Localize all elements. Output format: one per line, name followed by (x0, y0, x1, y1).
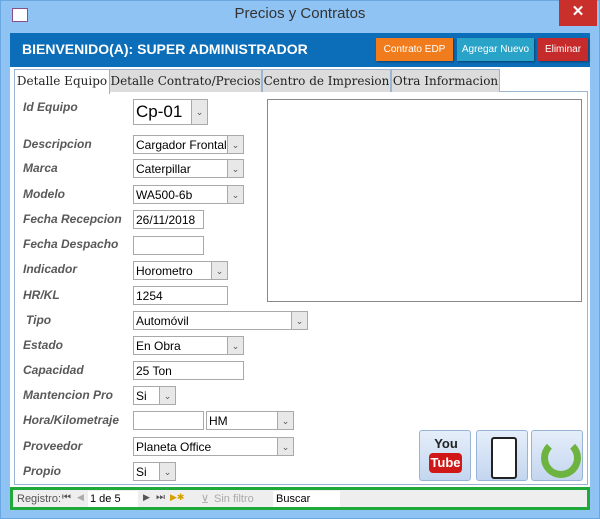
descripcion-value: Cargador Frontal (136, 138, 227, 152)
chevron-down-icon[interactable]: ⌄ (211, 262, 227, 279)
label-hr-kl: HR/KL (23, 288, 60, 302)
refresh-icon (541, 438, 581, 478)
proveedor-combo[interactable]: Planeta Office ⌄ (133, 437, 294, 456)
equipment-image-frame (267, 99, 582, 302)
book-icon (491, 437, 517, 479)
search-input[interactable]: Buscar (273, 491, 340, 507)
tipo-value: Automóvil (136, 314, 189, 328)
close-button[interactable]: ✕ (559, 0, 597, 26)
chevron-down-icon[interactable]: ⌄ (227, 160, 243, 177)
id-equipo-combo[interactable]: Cp-01 ⌄ (133, 99, 208, 125)
first-record-icon[interactable]: ⏮ (62, 492, 71, 503)
filter-icon: ⊻ (201, 494, 210, 506)
marca-value: Caterpillar (136, 162, 191, 176)
window-title: Precios y Contratos (234, 5, 366, 22)
hora-km-unit-combo[interactable]: HM ⌄ (206, 411, 294, 430)
prev-record-icon[interactable]: ◀ (77, 492, 84, 503)
welcome-text: BIENVENIDO(A): SUPER ADMINISTRADOR (22, 41, 308, 57)
propio-value: Si (136, 465, 147, 479)
label-fecha-recepcion: Fecha Recepcion (23, 212, 122, 226)
agregar-nuevo-button[interactable]: Agregar Nuevo (457, 38, 534, 61)
indicador-combo[interactable]: Horometro ⌄ (133, 261, 228, 280)
label-proveedor: Proveedor (23, 439, 83, 453)
estado-value: En Obra (136, 339, 181, 353)
manual-button[interactable] (476, 430, 528, 481)
no-filter-button[interactable]: Sin filtro (214, 493, 254, 505)
label-id-equipo: Id Equipo (23, 100, 78, 114)
label-indicador: Indicador (23, 262, 78, 276)
unit-value: HM (209, 414, 228, 428)
indicador-value: Horometro (136, 264, 193, 278)
record-number-input[interactable]: 1 de 5 (88, 491, 138, 507)
hr-kl-input[interactable]: 1254 (133, 286, 228, 305)
refresh-button[interactable] (531, 430, 583, 481)
next-record-icon[interactable]: ▶ (143, 492, 150, 503)
eliminar-button[interactable]: Eliminar (538, 38, 588, 61)
label-descripcion: Descripcion (23, 137, 92, 151)
hora-km-input[interactable] (133, 411, 204, 430)
tab-centro-impresion[interactable]: Centro de Impresion (262, 69, 391, 92)
tipo-combo[interactable]: Automóvil ⌄ (133, 311, 308, 330)
label-capacidad: Capacidad (23, 363, 84, 377)
id-equipo-value: Cp-01 (136, 102, 183, 121)
chevron-down-icon[interactable]: ⌄ (227, 186, 243, 203)
fecha-despacho-input[interactable] (133, 236, 204, 255)
label-mantencion: Mantencion Pro (23, 388, 114, 402)
chevron-down-icon[interactable]: ⌄ (277, 438, 293, 455)
mantencion-value: Si (136, 389, 147, 403)
estado-combo[interactable]: En Obra ⌄ (133, 336, 244, 355)
header-band: BIENVENIDO(A): SUPER ADMINISTRADOR Contr… (10, 33, 590, 67)
capacidad-input[interactable]: 25 Ton (133, 361, 244, 380)
chevron-down-icon[interactable]: ⌄ (277, 412, 293, 429)
modelo-value: WA500-6b (136, 188, 193, 202)
last-record-icon[interactable]: ⏭ (156, 492, 165, 503)
label-tipo: Tipo (26, 313, 52, 327)
label-fecha-despacho: Fecha Despacho (23, 237, 119, 251)
new-record-icon[interactable]: ▶✱ (170, 492, 184, 503)
chevron-down-icon[interactable]: ⌄ (159, 463, 175, 480)
fecha-recepcion-input[interactable]: 26/11/2018 (133, 210, 204, 229)
proveedor-value: Planeta Office (136, 440, 212, 454)
mantencion-combo[interactable]: Si ⌄ (133, 386, 176, 405)
record-navigation-bar: Registro: ⏮ ◀ 1 de 5 ▶ ⏭ ▶✱ ⊻ Sin filtro… (10, 487, 590, 510)
label-propio: Propio (23, 464, 61, 478)
tab-detalle-equipo[interactable]: Detalle Equipo (14, 69, 110, 94)
label-marca: Marca (23, 161, 58, 175)
youtube-icon: You (434, 436, 458, 451)
label-estado: Estado (23, 338, 64, 352)
chevron-down-icon[interactable]: ⌄ (227, 337, 243, 354)
contrato-edp-button[interactable]: Contrato EDP (376, 38, 453, 61)
registro-label: Registro: (17, 493, 62, 505)
label-modelo: Modelo (23, 187, 65, 201)
modelo-combo[interactable]: WA500-6b ⌄ (133, 185, 244, 204)
chevron-down-icon[interactable]: ⌄ (227, 136, 243, 153)
chevron-down-icon[interactable]: ⌄ (291, 312, 307, 329)
youtube-button[interactable]: You Tube (419, 430, 471, 481)
tab-otra-informacion[interactable]: Otra Informacion (391, 69, 500, 92)
descripcion-combo[interactable]: Cargador Frontal ⌄ (133, 135, 244, 154)
marca-combo[interactable]: Caterpillar ⌄ (133, 159, 244, 178)
tab-detalle-contrato[interactable]: Detalle Contrato/Precios (109, 69, 262, 92)
label-hora-km: Hora/Kilometraje (23, 413, 120, 427)
chevron-down-icon[interactable]: ⌄ (159, 387, 175, 404)
youtube-tube-text: Tube (429, 453, 462, 473)
chevron-down-icon[interactable]: ⌄ (191, 100, 207, 124)
propio-combo[interactable]: Si ⌄ (133, 462, 176, 481)
